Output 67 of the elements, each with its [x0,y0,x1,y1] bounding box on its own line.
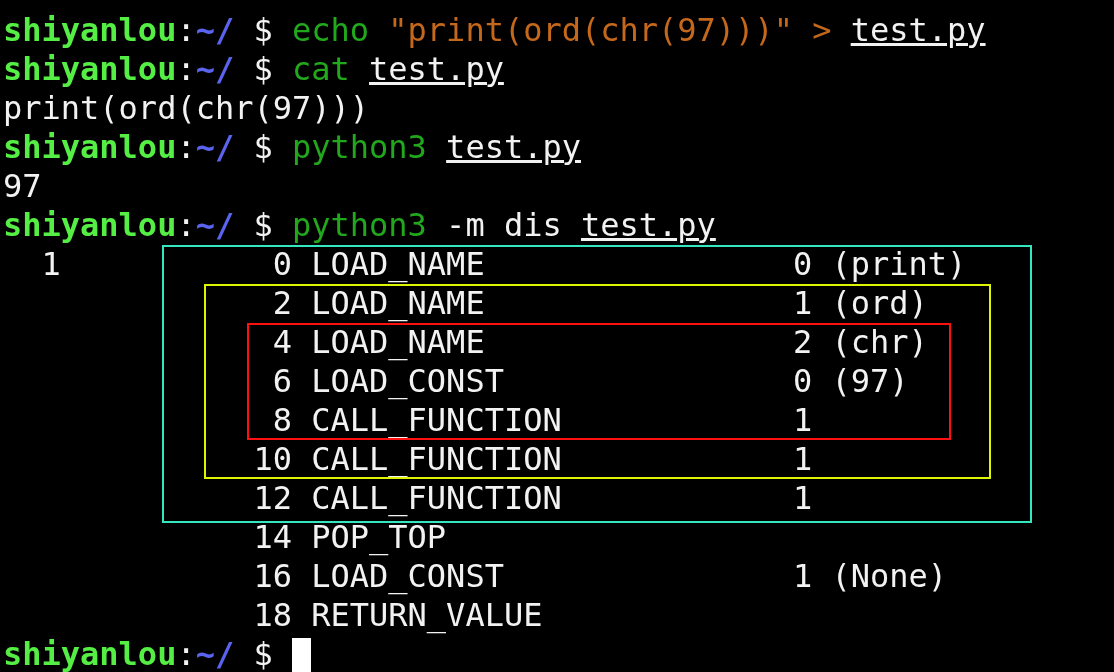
prompt-user: shiyanlou [3,205,177,245]
command-name: echo [292,10,370,50]
prompt-user: shiyanlou [3,49,177,89]
argument-value: (print) [831,244,967,284]
file-name: test.py [446,127,581,167]
prompt-user: shiyanlou [3,127,177,167]
bytecode-offset: 6 [272,361,292,400]
prompt-separator: : [176,205,196,245]
prompt-path: ~/ [195,49,235,89]
bytecode-offset: 14 [253,517,292,556]
command-name: python3 [292,205,427,245]
opcode-name: CALL_FUNCTION [311,478,562,517]
opcode-name: CALL_FUNCTION [311,400,562,439]
bytecode-offset: 10 [253,439,292,478]
opcode-name: CALL_FUNCTION [311,439,562,478]
output-text: 97 [3,166,42,206]
opcode-name: LOAD_NAME [311,283,485,322]
bytecode-offset: 8 [272,400,292,439]
file-name: test.py [580,205,716,245]
prompt-user: shiyanlou [3,634,177,672]
opcode-argument: 0 [792,244,813,283]
command-name: python3 [292,127,427,167]
opcode-name: LOAD_NAME [311,244,485,283]
quoted-argument: "print(ord(chr(97)))" [388,10,793,50]
prompt-symbol: $ [253,49,273,89]
opcode-argument: 1 [792,556,813,595]
prompt-symbol: $ [253,127,273,167]
prompt-path: ~/ [195,10,235,50]
prompt-symbol: $ [253,634,273,672]
opcode-argument: 0 [792,361,813,400]
prompt-path: ~/ [195,205,235,245]
opcode-argument: 1 [792,478,813,517]
prompt-separator: : [176,10,196,50]
prompt-separator: : [176,49,196,89]
opcode-name: LOAD_CONST [311,361,504,400]
opcode-name: LOAD_NAME [311,322,485,361]
prompt-path: ~/ [195,634,235,672]
bytecode-offset: 4 [272,322,292,361]
opcode-argument: 1 [792,439,813,478]
argument-value: (None) [831,556,947,596]
prompt-separator: : [176,127,196,167]
command-name: cat [292,49,350,89]
file-name: test.py [369,49,504,89]
command-option: -m dis [446,205,562,245]
bytecode-offset: 18 [253,595,292,634]
line-number: 1 [41,244,61,283]
opcode-argument: 1 [792,283,813,322]
bytecode-offset: 16 [253,556,292,595]
bytecode-offset: 12 [253,478,292,517]
opcode-name: LOAD_CONST [311,556,504,595]
argument-value: (chr) [831,322,928,362]
opcode-name: RETURN_VALUE [311,595,543,634]
prompt-path: ~/ [195,127,235,167]
argument-value: (ord) [831,283,928,323]
quoted-argument: > [812,10,832,50]
opcode-name: POP_TOP [311,517,447,556]
argument-value: (97) [831,361,909,401]
bytecode-offset: 2 [272,283,292,322]
bytecode-offset: 0 [272,244,292,283]
prompt-separator: : [176,634,196,672]
prompt-symbol: $ [253,10,273,50]
prompt-user: shiyanlou [3,10,177,50]
opcode-argument: 1 [792,400,813,439]
output-text: print(ord(chr(97))) [3,88,370,128]
prompt-symbol: $ [253,205,273,245]
opcode-argument: 2 [792,322,813,361]
file-name: test.py [850,10,986,50]
